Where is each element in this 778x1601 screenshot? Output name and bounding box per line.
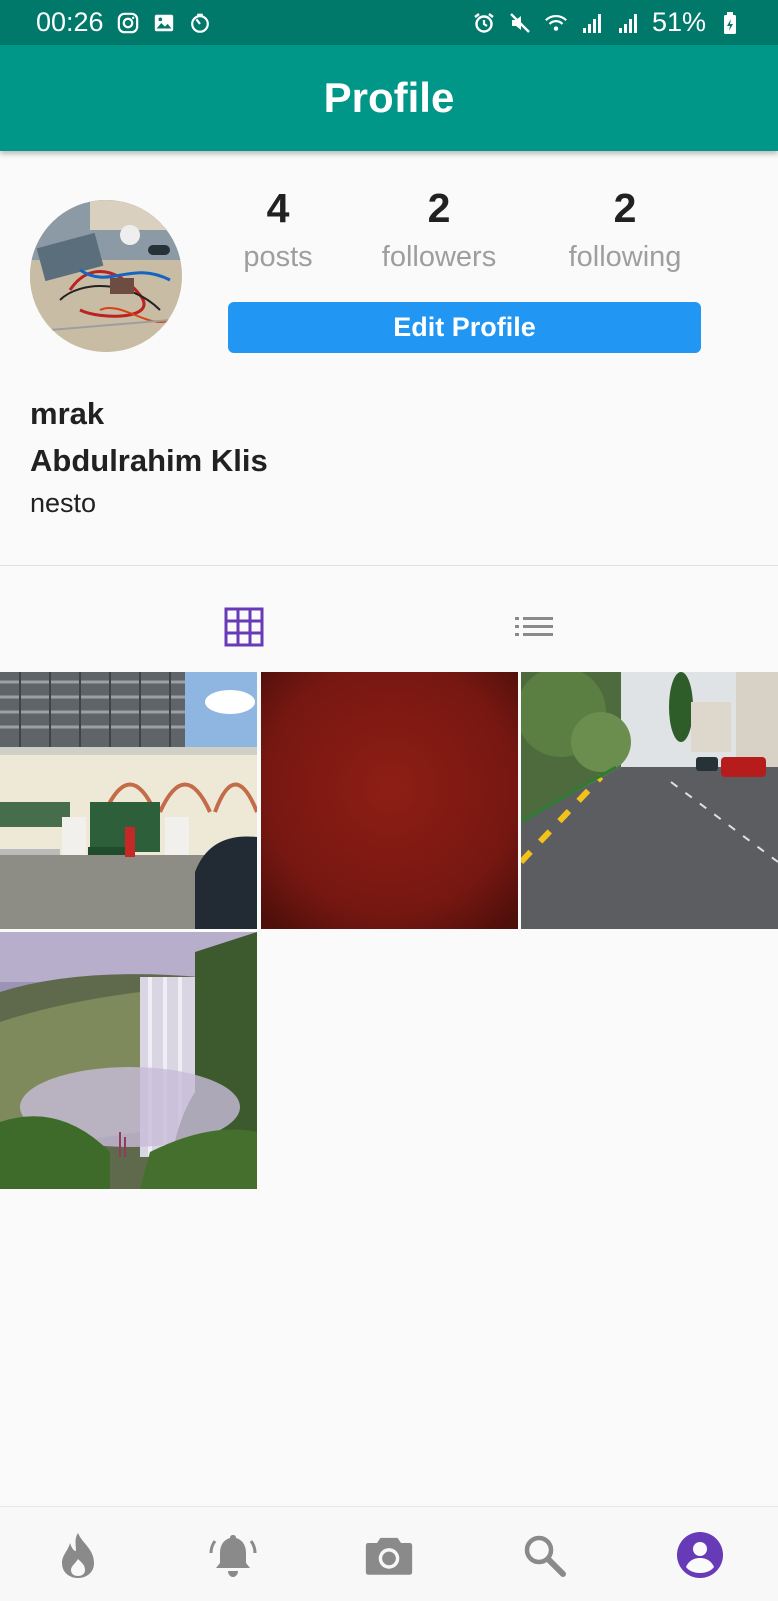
photo-waterfall	[0, 932, 257, 1189]
signal-icon	[580, 11, 604, 35]
status-bar-right: 51%	[472, 7, 742, 38]
post-thumbnail[interactable]	[0, 672, 257, 929]
nav-camera[interactable]	[365, 1531, 413, 1579]
tab-list[interactable]	[512, 605, 556, 649]
post-thumbnail[interactable]	[521, 672, 778, 929]
post-thumbnail[interactable]	[0, 932, 257, 1189]
followers-count: 2	[427, 185, 451, 231]
list-icon	[515, 617, 553, 636]
following-count: 2	[613, 185, 637, 231]
bottom-navigation	[0, 1506, 778, 1601]
nav-notifications[interactable]	[209, 1531, 257, 1579]
nav-feed[interactable]	[54, 1531, 102, 1579]
fire-icon	[62, 1533, 94, 1578]
bio: nesto	[30, 488, 97, 518]
posts-stat: 4 posts	[198, 185, 358, 274]
grid-icon	[224, 607, 264, 647]
edit-profile-button[interactable]: Edit Profile	[228, 302, 701, 353]
battery-percent: 51%	[651, 7, 706, 37]
bell-icon	[209, 1535, 257, 1577]
nav-search[interactable]	[520, 1531, 568, 1579]
alarm-icon	[472, 11, 496, 35]
followers-label: followers	[381, 241, 497, 273]
username: mrak	[30, 396, 105, 431]
status-bar-left: 00:26	[36, 7, 212, 38]
account-icon	[677, 1532, 723, 1578]
nav-profile[interactable]	[676, 1531, 724, 1579]
following-label: following	[568, 241, 682, 273]
photo-building	[0, 672, 257, 929]
posts-label: posts	[243, 241, 313, 273]
avatar[interactable]	[30, 200, 182, 352]
app-bar: Profile	[0, 45, 778, 151]
status-time: 00:26	[36, 7, 104, 37]
status-bar: 00:26 51%	[0, 0, 778, 45]
posts-count: 4	[266, 185, 290, 231]
instagram-icon	[116, 11, 140, 35]
page-title: Profile	[323, 74, 455, 121]
battery-icon	[718, 11, 742, 35]
full-name: Abdulrahim Klis	[30, 443, 268, 478]
mute-icon	[508, 11, 532, 35]
tab-grid[interactable]	[222, 605, 266, 649]
signal-icon	[616, 11, 640, 35]
photo-street	[521, 672, 778, 929]
avatar-image	[30, 200, 182, 352]
post-thumbnail[interactable]	[261, 672, 518, 929]
photo-red	[261, 672, 518, 929]
divider	[0, 565, 778, 566]
gallery-icon	[152, 11, 176, 35]
following-stat[interactable]: 2 following	[545, 185, 705, 274]
wifi-icon	[544, 11, 568, 35]
search-icon	[524, 1535, 566, 1577]
camera-icon	[365, 1537, 413, 1575]
followers-stat[interactable]: 2 followers	[359, 185, 519, 274]
timer-icon	[188, 11, 212, 35]
